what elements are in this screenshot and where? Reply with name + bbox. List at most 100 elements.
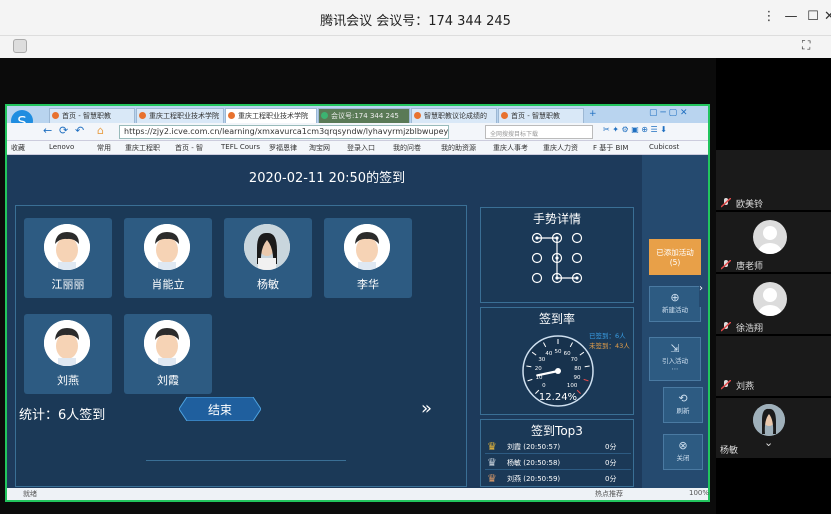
grid-dots-icon: ⋯ [671, 365, 679, 373]
gauge-tick-label: 50 [555, 349, 562, 355]
participant-tile[interactable]: 唐老师 [716, 212, 831, 272]
favorite-item[interactable]: 登录入口 [347, 143, 375, 153]
favorite-item[interactable]: Lenovo [49, 143, 74, 151]
mic-muted-icon [721, 260, 731, 270]
home-icon[interactable]: ⌂ [97, 124, 104, 137]
maximize-icon[interactable]: ☐ [804, 8, 822, 26]
favorite-item[interactable]: 重庆工程职 [125, 143, 160, 153]
added-count: (5) [669, 258, 681, 267]
refresh-icon: ⟲ [678, 392, 688, 405]
window-controls[interactable]: ▢ ─ ▢ ✕ [649, 108, 688, 118]
student-card[interactable]: 刘燕 [24, 314, 112, 394]
participant-tile[interactable]: 刘燕 [716, 336, 831, 396]
participant-name: 刘燕 [736, 382, 755, 392]
participant-name: 欧美铃 [736, 200, 764, 210]
zoom-level[interactable]: 100% [689, 489, 709, 497]
pin-icon[interactable]: ⋮ [760, 8, 778, 26]
favorite-item[interactable]: TEFL Cours [221, 143, 260, 151]
gesture-title: 手势详情 [532, 212, 581, 226]
favorite-item[interactable]: 我的助资源 [441, 143, 476, 153]
browser-tab[interactable]: 首页 - 智慧职教 [49, 108, 135, 123]
top3-title: 签到Top3 [531, 424, 583, 438]
tab-label: 重庆工程职业技术学院 [238, 112, 308, 120]
next-page-icon[interactable]: » [421, 398, 432, 419]
meeting-title: 腾讯会议 会议号：174 344 245 [320, 14, 511, 29]
browser-addressbar: ← ⟳ ↶ ⌂ https://zjy2.icve.com.cn/learnin… [7, 123, 708, 141]
reload-icon[interactable]: ⟳ [59, 124, 68, 137]
participant-name: 杨敏 [720, 446, 739, 456]
favorite-item[interactable]: 首页 - 智 [175, 143, 203, 153]
favorite-item[interactable]: 重庆人力资 [543, 143, 578, 153]
avatar [144, 224, 190, 270]
crown-silver-icon: ♛ [487, 456, 497, 469]
end-button[interactable]: 结束 [179, 397, 261, 421]
top3-score: 0分 [605, 459, 617, 467]
plus-circle-icon: ⊕ [670, 291, 680, 304]
browser-tab[interactable]: 重庆工程职业技术学院 [136, 108, 224, 123]
added-activity-button[interactable]: 已添加活动 (5) [649, 239, 701, 275]
browser-tab[interactable]: 首页 - 智慧职教 [498, 108, 584, 123]
browser-tab[interactable]: 会议号:174 344 245 [318, 108, 410, 123]
chevron-down-icon[interactable]: ⌄ [764, 436, 773, 449]
undo-icon[interactable]: ↶ [75, 124, 84, 137]
tab-label: 首页 - 智慧职教 [62, 112, 111, 120]
end-button-label: 结束 [207, 403, 232, 417]
top3-panel: 签到Top3 ♛ 刘霞 (20:50:57) 0分 ♛ 杨敏 (20:50:58… [480, 419, 634, 487]
student-name: 肖能立 [151, 278, 185, 291]
fullscreen-icon[interactable]: ⛶ [802, 38, 810, 53]
favorite-item[interactable]: 常用 [97, 143, 111, 153]
gauge-tick-label: 90 [574, 375, 581, 381]
favorite-item[interactable]: F 基于 BIM [593, 143, 628, 153]
student-card[interactable]: 杨敏 [224, 218, 312, 298]
tab-label: 重庆工程职业技术学院 [149, 112, 219, 120]
meeting-subbar: ⛶ [0, 36, 831, 58]
new-activity-button[interactable]: ⊕ 新建活动 [649, 286, 701, 322]
status-text: 就绪 [23, 490, 37, 498]
close-button[interactable]: ⊗ 关闭 [663, 434, 703, 470]
student-card[interactable]: 肖能立 [124, 218, 212, 298]
participant-name: 唐老师 [736, 262, 764, 272]
student-card[interactable]: 李华 [324, 218, 412, 298]
url-input[interactable]: https://zjy2.icve.com.cn/learning/xmxavu… [119, 125, 449, 139]
favorite-item[interactable]: 罗福恩律 [269, 143, 297, 153]
gauge-tick-label: 30 [538, 357, 545, 363]
gauge-tick-label: 100 [567, 383, 578, 389]
browser-tab-active[interactable]: 重庆工程职业技术学院 [225, 108, 317, 123]
import-icon: ⇲ [670, 342, 680, 355]
close-icon[interactable]: ✕ [824, 8, 831, 26]
browser-tab[interactable]: 智慧职教议论成绩的 [411, 108, 497, 123]
student-card[interactable]: 江丽丽 [24, 218, 112, 298]
student-name: 杨敏 [257, 278, 279, 291]
toolbar-icons[interactable]: ✂ ✦ ⚙ ▣ ⊕ ☰ ⬇ [603, 125, 667, 134]
participant-tile[interactable]: 徐浩翔 [716, 274, 831, 334]
favorite-item[interactable]: 重庆人事考 [493, 143, 528, 153]
top3-score: 0分 [605, 443, 617, 451]
search-input[interactable]: 全网搜搜目标下载 [485, 125, 593, 139]
tab-label: 首页 - 智慧职教 [511, 112, 560, 120]
favorite-item[interactable]: 收藏 [11, 143, 25, 153]
signin-app: 2020-02-11 20:50的签到 江丽丽 肖能立 杨敏 李华 刘燕 刘霞 … [7, 155, 708, 488]
favorite-item[interactable]: 淘宝网 [309, 143, 330, 153]
new-tab-icon[interactable]: + [589, 109, 597, 119]
import-activity-button[interactable]: ⇲ 引入活动 ⋯ [649, 337, 701, 381]
avatar [753, 282, 787, 316]
participant-tile[interactable]: 欧美铃 [716, 150, 831, 210]
avatar [244, 224, 290, 270]
hot-news-link[interactable]: 热点推荐 [595, 489, 623, 499]
favorite-item[interactable]: Cubicost [649, 143, 679, 151]
avatar [144, 320, 190, 366]
back-icon[interactable]: ← [43, 124, 52, 137]
student-card[interactable]: 刘霞 [124, 314, 212, 394]
expand-arrow-icon[interactable]: › [699, 283, 708, 307]
minimize-icon[interactable]: — [782, 8, 800, 26]
browser-statusbar: 就绪 热点推荐 100% [7, 488, 709, 500]
crown-bronze-icon: ♛ [487, 472, 497, 485]
meeting-titlebar: 腾讯会议 会议号：174 344 245 ⋮ — ☐ ✕ [0, 0, 831, 36]
avatar [344, 224, 390, 270]
participant-tile[interactable]: ⌄ 杨敏 [716, 398, 831, 458]
unsigned-count: 未签到：43人 [589, 342, 630, 350]
refresh-button[interactable]: ⟲ 刷新 [663, 387, 703, 423]
shield-icon[interactable] [13, 39, 27, 53]
favorite-item[interactable]: 我的问卷 [393, 143, 421, 153]
avatar [753, 404, 785, 436]
